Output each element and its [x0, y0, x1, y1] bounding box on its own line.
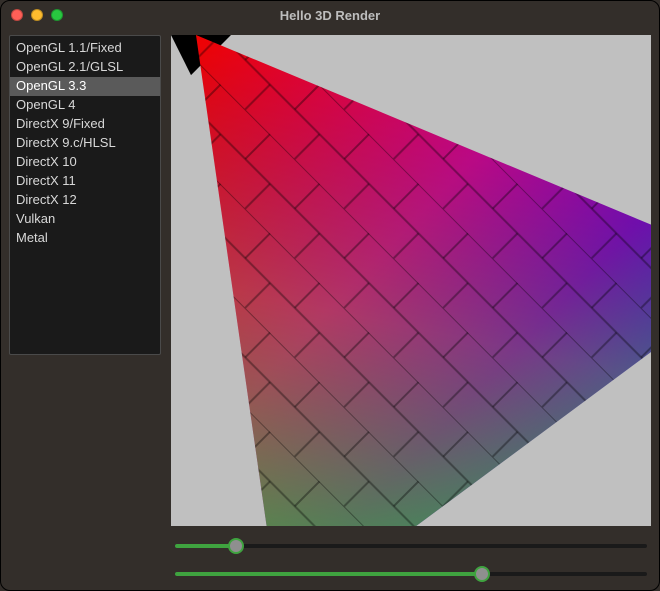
slider-fill	[175, 544, 236, 548]
app-window: Hello 3D Render OpenGL 1.1/FixedOpenGL 2…	[0, 0, 660, 591]
slider-1[interactable]	[175, 538, 647, 554]
list-item[interactable]: OpenGL 2.1/GLSL	[10, 58, 160, 77]
api-list[interactable]: OpenGL 1.1/FixedOpenGL 2.1/GLSLOpenGL 3.…	[9, 35, 161, 355]
list-item[interactable]: OpenGL 4	[10, 96, 160, 115]
render-viewport	[171, 35, 651, 526]
render-output	[171, 35, 651, 526]
slider-track	[175, 544, 647, 548]
list-item[interactable]: OpenGL 1.1/Fixed	[10, 39, 160, 58]
minimize-icon[interactable]	[31, 9, 43, 21]
close-icon[interactable]	[11, 9, 23, 21]
zoom-icon[interactable]	[51, 9, 63, 21]
slider-fill	[175, 572, 482, 576]
list-item[interactable]: DirectX 11	[10, 172, 160, 191]
slider-thumb[interactable]	[228, 538, 244, 554]
main-panel	[171, 35, 651, 582]
slider-panel	[171, 536, 651, 582]
list-item[interactable]: DirectX 9/Fixed	[10, 115, 160, 134]
window-title: Hello 3D Render	[1, 8, 659, 23]
slider-2[interactable]	[175, 566, 647, 582]
list-item[interactable]: Metal	[10, 229, 160, 248]
window-controls	[11, 9, 63, 21]
content-area: OpenGL 1.1/FixedOpenGL 2.1/GLSLOpenGL 3.…	[1, 29, 659, 590]
list-item[interactable]: DirectX 12	[10, 191, 160, 210]
list-item[interactable]: OpenGL 3.3	[10, 77, 160, 96]
titlebar: Hello 3D Render	[1, 1, 659, 29]
list-item[interactable]: DirectX 9.c/HLSL	[10, 134, 160, 153]
list-item[interactable]: DirectX 10	[10, 153, 160, 172]
slider-thumb[interactable]	[474, 566, 490, 582]
list-item[interactable]: Vulkan	[10, 210, 160, 229]
